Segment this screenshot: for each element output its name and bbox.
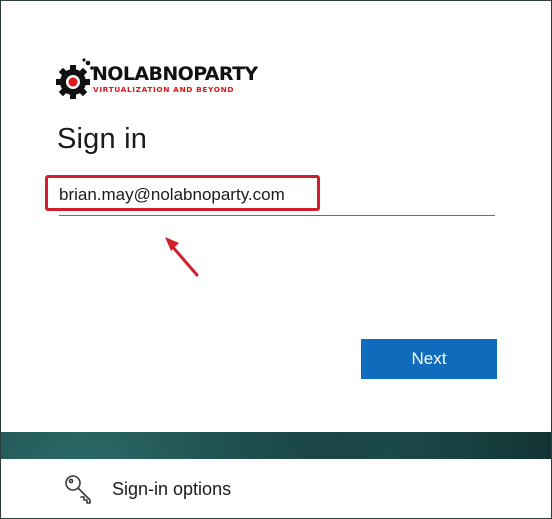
page-title: Sign in (57, 123, 148, 155)
sign-in-options-link[interactable]: Sign-in options (112, 479, 231, 500)
brand-tagline: VIRTUALIZATION AND BEYOND (93, 85, 235, 94)
next-button[interactable]: Next (361, 339, 497, 379)
brand-logo: NOLABNOPARTY VIRTUALIZATION AND BEYOND (55, 57, 275, 103)
red-arrow-icon (165, 237, 199, 277)
brand-name: NOLABNOPARTY (92, 63, 258, 85)
gear-logo-icon (56, 58, 94, 99)
key-icon (65, 475, 91, 504)
email-field[interactable] (59, 179, 495, 211)
sign-in-window: NOLABNOPARTY VIRTUALIZATION AND BEYOND S… (0, 0, 552, 519)
sign-in-card: NOLABNOPARTY VIRTUALIZATION AND BEYOND S… (1, 1, 551, 432)
email-field-wrapper (59, 179, 495, 216)
